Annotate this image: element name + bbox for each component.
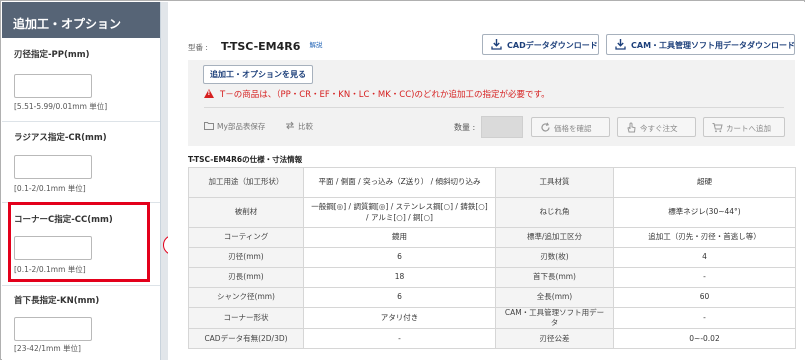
spec-key: 加工用途（加工形状） xyxy=(188,167,304,198)
spec-key: コーナー形状 xyxy=(188,306,304,330)
table-row: コーティング 鏡用 標準/追加工区分 追加工（刃先・刃径・首逃し等） xyxy=(188,227,796,248)
spec-key: 被削材 xyxy=(188,197,304,228)
compare-label: 比較 xyxy=(298,122,313,131)
window-frame: 追加工・オプション 刃径指定-PP(mm) [5.51-5.99/0.01mm … xyxy=(0,0,805,360)
warning-text: T－の商品は、（PP・CR・EF・KN・LC・MK・CC)のどれか追加工の指定が… xyxy=(220,90,550,100)
table-row: シャンク径(mm) 6 全長(mm) 60 xyxy=(188,287,796,308)
option-cr-hint: [0.1-2/0.1mm 単位] xyxy=(14,184,86,193)
cam-download-button[interactable]: CAM・工具管理ソフト用データダウンロード xyxy=(606,34,795,55)
table-row: 加工用途（加工形状） 平面 / 側面 / 突っ込み（Z送り） / 傾斜切り込み … xyxy=(188,167,796,198)
add-to-cart-button[interactable]: カートへ追加 xyxy=(703,117,785,137)
options-sidebar: 追加工・オプション 刃径指定-PP(mm) [5.51-5.99/0.01mm … xyxy=(2,2,161,360)
spec-key: シャンク径(mm) xyxy=(188,287,304,308)
spec-value: 6 xyxy=(303,287,496,308)
model-explain-link[interactable]: 解説 xyxy=(310,41,323,49)
option-kn-section: 首下長指定-KN(mm) [23-42/1mm 単位] xyxy=(2,285,160,360)
spec-key: 刃径(mm) xyxy=(188,247,304,268)
spec-key: ねじれ角 xyxy=(495,197,614,228)
spec-value: 60 xyxy=(613,287,796,308)
spec-value: 0~-0.02 xyxy=(613,328,796,350)
download-icon xyxy=(615,39,626,50)
option-warning: T－の商品は、（PP・CR・EF・KN・LC・MK・CC)のどれか追加工の指定が… xyxy=(204,88,550,100)
table-row: 被削材 一般鋼[◎] / 調質鋼[◎] / ステンレス鋼[○] / 鋳鉄[○] … xyxy=(188,197,796,228)
option-pp-hint: [5.51-5.99/0.01mm 単位] xyxy=(14,102,108,111)
table-row: CADデータ有無(2D/3D) - 刃径公差 0~-0.02 xyxy=(188,328,796,350)
option-kn-label: 首下長指定-KN(mm) xyxy=(14,296,100,306)
spec-table: 加工用途（加工形状） 平面 / 側面 / 突っ込み（Z送り） / 傾斜切り込み … xyxy=(188,167,796,350)
options-panel: 追加工・オプションを見る T－の商品は、（PP・CR・EF・KN・LC・MK・C… xyxy=(188,60,795,146)
spec-key: 刃数(枚) xyxy=(495,247,614,268)
option-pp-input[interactable] xyxy=(14,74,92,98)
spec-value: 4 xyxy=(613,247,796,268)
highlight-box xyxy=(8,202,150,282)
spec-key: 全長(mm) xyxy=(495,287,614,308)
sidebar-header: 追加工・オプション xyxy=(2,2,160,38)
spec-key: 刃径公差 xyxy=(495,328,614,350)
table-row: コーナー形状 アタリ付き CAM・工具管理ソフト用データ - xyxy=(188,306,796,330)
spec-key: 刃長(mm) xyxy=(188,267,304,288)
spec-key: 首下長(mm) xyxy=(495,267,614,288)
save-bom-link[interactable]: My部品表保存 xyxy=(204,121,265,132)
spec-value: 一般鋼[◎] / 調質鋼[◎] / ステンレス鋼[○] / 鋳鉄[○] / アル… xyxy=(303,197,496,228)
spec-key: コーティング xyxy=(188,227,304,248)
spec-key: 標準/追加工区分 xyxy=(495,227,614,248)
warning-icon xyxy=(204,89,214,98)
quantity-label: 数量 : xyxy=(454,123,476,132)
spec-value: 18 xyxy=(303,267,496,288)
cad-download-label: CADデータダウンロード xyxy=(507,41,598,50)
model-code: T-TSC-EM4R6 xyxy=(221,40,301,53)
spec-value: - xyxy=(613,267,796,288)
spec-value: 鏡用 xyxy=(303,227,496,248)
compare-link[interactable]: 比較 xyxy=(285,121,313,132)
option-cr-label: ラジアス指定-CR(mm) xyxy=(14,133,107,143)
option-kn-hint: [23-42/1mm 単位] xyxy=(14,344,81,353)
spec-key: CAM・工具管理ソフト用データ xyxy=(495,306,614,330)
model-prefix: 型番 : xyxy=(188,43,208,52)
add-to-cart-label: カートへ追加 xyxy=(726,124,771,133)
spec-value: アタリ付き xyxy=(303,306,496,330)
refresh-icon xyxy=(541,122,550,132)
cam-download-label: CAM・工具管理ソフト用データダウンロード xyxy=(631,41,796,50)
spec-value: - xyxy=(613,306,796,330)
option-pp-section: 刃径指定-PP(mm) [5.51-5.99/0.01mm 単位] xyxy=(2,38,160,120)
option-cr-section: ラジアス指定-CR(mm) [0.1-2/0.1mm 単位] xyxy=(2,121,160,203)
spec-key: CADデータ有無(2D/3D) xyxy=(188,328,304,350)
quantity-input[interactable] xyxy=(481,116,523,138)
spec-value: 6 xyxy=(303,247,496,268)
download-icon xyxy=(491,39,502,50)
product-main: 型番 : T-TSC-EM4R6 解説 CADデータダウンロード CAM・工具管… xyxy=(168,2,805,360)
hand-pointer-icon xyxy=(627,122,636,133)
option-cr-input[interactable] xyxy=(14,155,92,179)
spec-value: 平面 / 側面 / 突っ込み（Z送り） / 傾斜切り込み xyxy=(303,167,496,198)
model-row: 型番 : T-TSC-EM4R6 解説 xyxy=(188,35,323,54)
spec-value: 標準ネジレ(30~44°) xyxy=(613,197,796,228)
spec-key: 工具材質 xyxy=(495,167,614,198)
spec-title: T-TSC-EM4R6の仕様・寸法情報 xyxy=(188,155,303,164)
save-bom-label: My部品表保存 xyxy=(217,122,266,131)
view-options-button[interactable]: 追加工・オプションを見る xyxy=(203,65,313,84)
check-price-label: 価格を確認 xyxy=(554,124,592,133)
option-kn-input[interactable] xyxy=(14,317,92,341)
spec-value: - xyxy=(303,328,496,350)
compare-arrows-icon xyxy=(286,121,294,130)
order-now-button[interactable]: 今すぐ注文 xyxy=(617,117,696,137)
folder-plus-icon xyxy=(204,122,214,130)
table-row: 刃長(mm) 18 首下長(mm) - xyxy=(188,267,796,288)
cad-download-button[interactable]: CADデータダウンロード xyxy=(482,34,599,55)
spec-value: 超硬 xyxy=(613,167,796,198)
check-price-button[interactable]: 価格を確認 xyxy=(531,117,610,137)
spec-value: 追加工（刃先・刃径・首逃し等） xyxy=(613,227,796,248)
table-row: 刃径(mm) 6 刃数(枚) 4 xyxy=(188,247,796,268)
panel-divider xyxy=(204,107,784,108)
option-pp-label: 刃径指定-PP(mm) xyxy=(14,50,90,60)
order-now-label: 今すぐ注文 xyxy=(640,124,678,133)
cart-icon xyxy=(712,123,723,133)
sidebar-gutter xyxy=(161,2,168,360)
